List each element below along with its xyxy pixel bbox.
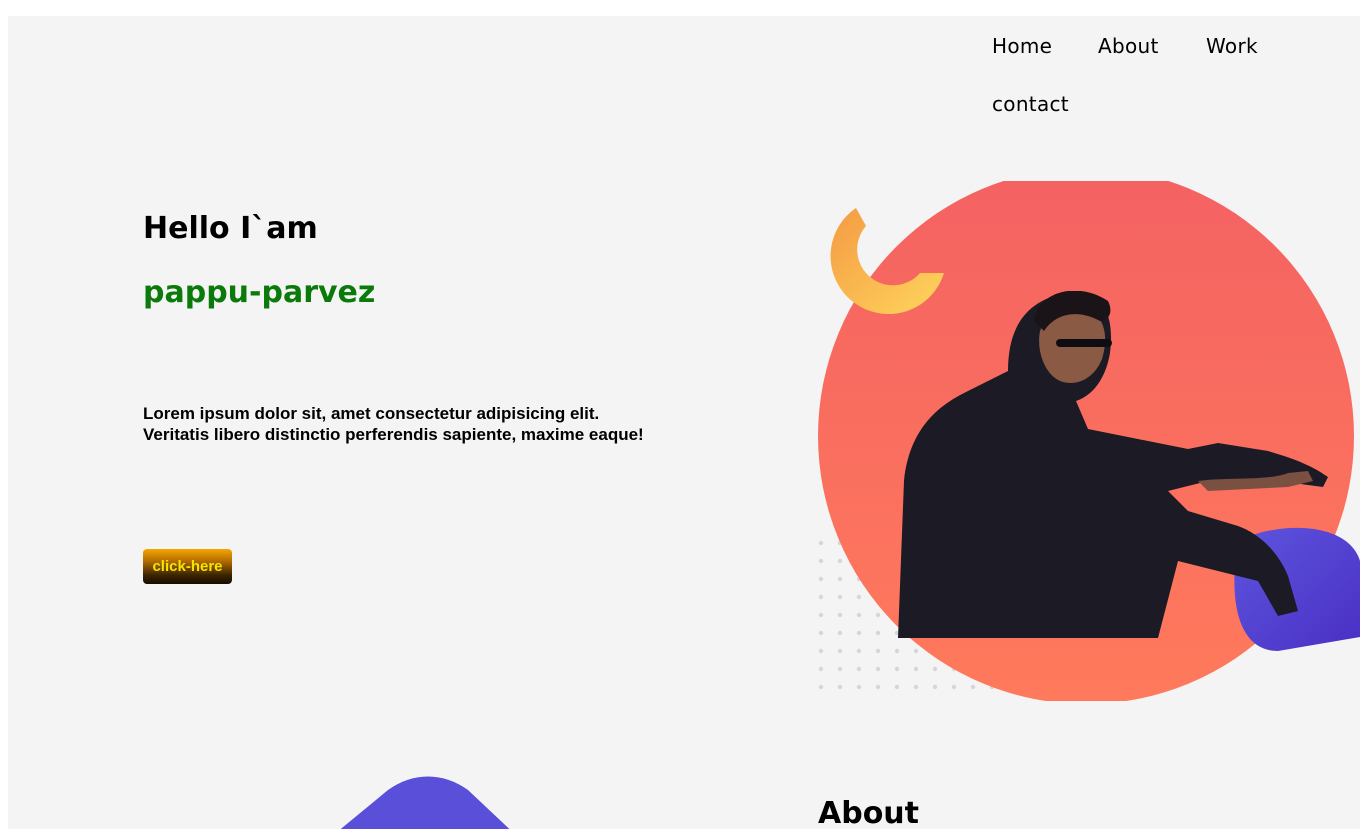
grid-dot <box>837 594 843 600</box>
grid-dot <box>875 648 881 654</box>
nav-about-link[interactable]: About <box>1098 34 1159 58</box>
hero-illustration <box>808 168 1360 704</box>
grid-dot <box>932 684 938 690</box>
grid-dot <box>818 684 824 690</box>
grid-dot <box>818 540 824 546</box>
grid-dot <box>837 684 843 690</box>
grid-dot <box>856 648 862 654</box>
grid-dot <box>818 648 824 654</box>
grid-dot <box>875 630 881 636</box>
grid-dot <box>837 576 843 582</box>
nav-contact-link[interactable]: contact <box>992 92 1069 116</box>
grid-dot <box>837 666 843 672</box>
hero-illustration-svg <box>818 168 1360 704</box>
hero-name: pappu-parvez <box>143 275 376 310</box>
grid-dot <box>856 594 862 600</box>
grid-dot <box>913 666 919 672</box>
page: Home About Work contact Hello I`am pappu… <box>8 16 1360 829</box>
grid-dot <box>970 684 976 690</box>
grid-dot <box>818 594 824 600</box>
grid-dot <box>913 684 919 690</box>
grid-dot <box>818 612 824 618</box>
grid-dot <box>837 558 843 564</box>
grid-dot <box>856 630 862 636</box>
grid-dot <box>856 612 862 618</box>
grid-dot <box>818 666 824 672</box>
grid-dot <box>875 666 881 672</box>
grid-dot <box>837 648 843 654</box>
hero-greeting: Hello I`am <box>143 211 318 246</box>
grid-dot <box>894 648 900 654</box>
nav-home-link[interactable]: Home <box>992 34 1052 58</box>
grid-dot <box>894 684 900 690</box>
nav-work-link[interactable]: Work <box>1206 34 1258 58</box>
grid-dot <box>818 630 824 636</box>
about-purple-shape <box>298 776 538 829</box>
click-here-button[interactable]: click-here <box>143 549 232 584</box>
grid-dot <box>818 558 824 564</box>
grid-dot <box>837 612 843 618</box>
grid-dot <box>951 684 957 690</box>
about-heading: About <box>818 796 920 829</box>
grid-dot <box>875 684 881 690</box>
grid-dot <box>875 612 881 618</box>
hero-description: Lorem ipsum dolor sit, amet consectetur … <box>143 404 644 444</box>
grid-dot <box>894 666 900 672</box>
grid-dot <box>932 666 938 672</box>
grid-dot <box>856 666 862 672</box>
grid-dot <box>818 576 824 582</box>
grid-dot <box>913 648 919 654</box>
grid-dot <box>856 684 862 690</box>
grid-dot <box>837 630 843 636</box>
